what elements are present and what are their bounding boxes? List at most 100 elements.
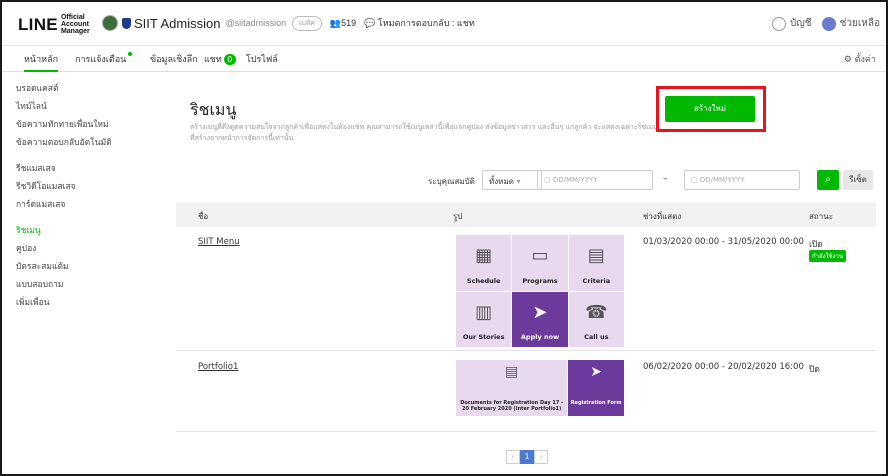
calendar-icon: ▢ [691,176,700,184]
sidebar: บรอดแคสต์ ไทม์ไลน์ ข้อความทักทายเพื่อนให… [16,80,156,312]
help-icon [821,16,836,31]
sidebar-item-add-friend[interactable]: เพิ่มเพื่อน [16,294,156,312]
account-switcher[interactable]: SIIT Admission @siitadmission เบสิค 👥 51… [102,15,475,31]
tile-label: Apply now [520,333,560,341]
table-header: ชื่อ รูป ช่วงที่แสดง สถานะ [176,203,876,227]
verified-shield-icon [122,17,131,29]
account-name: SIIT Admission [134,15,221,31]
rich-menu-preview[interactable]: ▦ Schedule ▭ Programs ▤ Criteria ▥ Our Stori… [456,235,624,347]
row-name-link[interactable]: Portfolio1 [198,362,238,372]
row-status: ปิด [809,365,820,375]
sidebar-item-reward-card[interactable]: บัตรสะสมแต้ม [16,258,156,276]
end-date-placeholder: DD/MM/YYYY [699,176,745,184]
page-title: ริชเมนู [190,100,237,119]
settings-link[interactable]: ⚙ ตั้งค่า [844,52,876,66]
sidebar-item-greeting[interactable]: ข้อความทักทายเพื่อนใหม่ [16,116,156,134]
tile-apply-now: ➤ Apply now [512,291,568,347]
filter-label: ระบุคุณสมบัติ [428,177,475,186]
search-icon: ⌕ [825,174,831,185]
chat-bubble-icon: 💬 [364,18,378,28]
top-bar: LINE Official Account Manager SIIT Admis… [2,2,886,46]
logo-text: LINE [18,14,58,34]
status-filter-select[interactable]: ทั้งหมด ▾ [482,170,542,190]
tile-documents: ▤ Documents for Registration Day 17 - 20 … [456,360,568,416]
tile-label: Programs [522,276,558,285]
sidebar-item-broadcast[interactable]: บรอดแคสต์ [16,80,156,98]
tile-label: Documents for Registration Day 17 - 20 F… [460,400,564,412]
sidebar-item-auto-reply[interactable]: ข้อความตอบกลับอัตโนมัติ [16,134,156,152]
tab-home[interactable]: หน้าหลัก [24,52,59,72]
page-description: สร้างเมนูที่ดึงดูดความสนใจจากลูกค้าเพื่อ… [190,123,658,142]
cursor-icon: ➤ [532,301,548,323]
tile-programs: ▭ Programs [512,235,568,291]
reply-mode[interactable]: 💬 โหมดการตอบกลับ : แชท [364,16,475,30]
board-icon: ▤ [587,245,605,266]
reply-mode-label: โหมดการตอบกลับ : แชท [377,18,475,28]
help-link[interactable]: ช่วยเหลือ [840,16,880,31]
reset-button[interactable]: รีเซ็ต [843,170,873,190]
people-icon: 👥 [329,17,342,28]
phone-icon: ☎ [585,301,608,323]
row-name-link[interactable]: SIIT Menu [198,237,240,247]
date-range-separator: – [663,174,668,184]
next-page-button[interactable]: › [534,450,548,464]
row-period: 01/03/2020 00:00 - 31/05/2020 00:00 [643,237,804,247]
tab-chat[interactable]: แชท 0 [204,52,236,66]
calendar-icon: ▢ [544,176,553,184]
tab-profile[interactable]: โปรไฟล์ [246,52,278,66]
settings-label: ตั้งค่า [854,55,876,65]
line-logo[interactable]: LINE Official Account Manager [18,14,107,35]
tile-call-us: ☎ Call us [568,291,624,347]
status-filter-value: ทั้งหมด [489,177,514,186]
monitor-icon: ▭ [531,245,549,266]
page-button-current[interactable]: 1 [520,450,534,464]
tile-registration-form: ➤ Registration Form [568,360,624,416]
tab-insights[interactable]: ข้อมูลเชิงลึก [150,52,198,66]
tab-chat-label: แชท [204,55,222,65]
followers-value: 519 [341,18,357,28]
sidebar-item-rich-message[interactable]: รีชแมสเสจ [16,160,156,178]
start-date-input[interactable]: ▢ DD/MM/YYYY [537,170,653,190]
logo-subtitle: Official Account Manager [60,14,90,35]
col-name: ชื่อ [198,212,209,221]
filter-bar: ระบุคุณสมบัติ ทั้งหมด ▾ ▢ DD/MM/YYYY – ▢… [176,170,876,192]
tile-our-stories: ▥ Our Stories [456,291,512,347]
col-period: ช่วงที่แสดง [643,212,682,221]
notification-dot [128,52,133,56]
tab-notifications[interactable]: การแจ้งเตือน [75,52,133,66]
building-icon: ▥ [475,301,493,323]
table-row: Portfolio1 ▤ Documents for Registration D… [176,352,876,432]
sidebar-item-card-message[interactable]: การ์ดแมสเสจ [16,196,156,214]
tile-criteria: ▤ Criteria [568,235,624,291]
rich-menu-preview[interactable]: ▤ Documents for Registration Day 17 - 20 … [456,360,624,416]
user-icon [771,16,786,31]
sidebar-item-coupon[interactable]: คูปอง [16,240,156,258]
chevron-down-icon: ▾ [516,177,521,186]
search-button[interactable]: ⌕ [817,170,839,190]
document-icon: ▤ [505,364,519,380]
table-row: SIIT Menu ▦ Schedule ▭ Programs ▤ Criteria … [176,227,876,351]
account-menu[interactable]: บัญชี [790,16,812,31]
create-new-button[interactable]: สร้างใหม่ [665,96,755,122]
end-date-input[interactable]: ▢ DD/MM/YYYY [684,170,800,190]
main-nav: หน้าหลัก การแจ้งเตือน ข้อมูลเชิงลึก แชท 0… [2,46,886,72]
sidebar-item-rich-menu[interactable]: ริชเมนู [16,222,156,240]
tile-label: Criteria [582,276,611,285]
tile-label: Registration Form [570,400,622,406]
row-status: เปิด [809,240,823,250]
account-avatar [102,15,118,31]
tile-schedule: ▦ Schedule [456,235,512,291]
col-status: สถานะ [809,212,833,221]
start-date-placeholder: DD/MM/YYYY [552,176,598,184]
sidebar-item-survey[interactable]: แบบสอบถาม [16,276,156,294]
sidebar-item-timeline[interactable]: ไทม์ไลน์ [16,98,156,116]
sidebar-item-rich-video[interactable]: รีชวิดีโอแมสเสจ [16,178,156,196]
prev-page-button[interactable]: ‹ [506,450,520,464]
account-id: @siitadmission [225,18,287,28]
plan-badge: เบสิค [292,15,322,31]
tile-label: Call us [584,333,609,341]
tile-label: Schedule [466,276,501,285]
status-badge: กำลังใช้งาน [809,250,847,262]
col-image: รูป [453,212,463,221]
